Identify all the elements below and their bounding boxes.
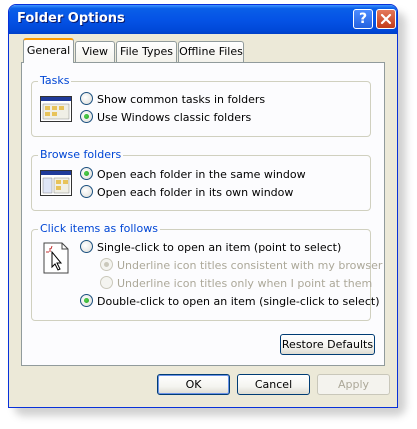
radio-label: Double-click to open an item (single-cli… (97, 295, 380, 308)
radio-underline-point: Underline icon titles only when I point … (100, 276, 372, 292)
click-legend: Click items as follows (38, 222, 160, 235)
radio-same-window[interactable]: Open each folder in the same window (80, 167, 306, 183)
general-tab-panel: Tasks Show common tasks in folders Use W… (21, 62, 385, 366)
restore-defaults-button[interactable]: Restore Defaults (280, 334, 375, 355)
radio-label: Underline icon titles consistent with my… (117, 259, 383, 272)
tasks-group: Tasks Show common tasks in folders Use W… (31, 74, 371, 137)
radio-circle[interactable] (80, 167, 93, 180)
tab-offline-files[interactable]: Offline Files (178, 41, 244, 62)
pointer-click-icon (43, 242, 69, 274)
radio-circle[interactable] (80, 110, 93, 123)
radio-double-click[interactable]: Double-click to open an item (single-cli… (80, 294, 379, 310)
radio-circle (100, 258, 113, 271)
close-button[interactable] (376, 9, 396, 29)
radio-label: Underline icon titles only when I point … (117, 277, 373, 290)
radio-circle[interactable] (80, 240, 93, 253)
folder-window-icon (40, 170, 72, 196)
title-bar[interactable]: Folder Options ? (9, 5, 397, 34)
radio-label: Single-click to open an item (point to s… (97, 241, 342, 254)
help-button[interactable]: ? (353, 9, 373, 29)
radio-label: Open each folder in the same window (97, 168, 306, 181)
radio-underline-browser: Underline icon titles consistent with my… (100, 258, 382, 274)
tab-label: File Types (120, 45, 173, 58)
radio-label: Open each folder in its own window (97, 186, 294, 199)
radio-circle[interactable] (80, 294, 93, 307)
tab-view[interactable]: View (75, 41, 115, 62)
radio-single-click[interactable]: Single-click to open an item (point to s… (80, 240, 341, 256)
tab-general[interactable]: General (23, 38, 74, 63)
radio-label: Use Windows classic folders (97, 111, 252, 124)
click-items-group: Click items as follows Single-click to o… (31, 222, 382, 321)
browse-legend: Browse folders (38, 148, 124, 161)
radio-circle[interactable] (80, 185, 93, 198)
window-title: Folder Options (17, 11, 125, 26)
radio-own-window[interactable]: Open each folder in its own window (80, 185, 293, 201)
tasks-legend: Tasks (38, 74, 72, 87)
cancel-button[interactable]: Cancel (237, 374, 310, 395)
apply-button: Apply (317, 374, 390, 395)
radio-use-classic-folders[interactable]: Use Windows classic folders (80, 110, 251, 126)
radio-circle[interactable] (80, 92, 93, 105)
folder-options-dialog: Folder Options ? General View File Types… (8, 4, 398, 408)
tab-file-types[interactable]: File Types (116, 41, 177, 62)
folder-tasks-icon (40, 96, 72, 122)
radio-circle (100, 276, 113, 289)
question-mark-icon: ? (358, 11, 368, 27)
radio-label: Show common tasks in folders (97, 93, 266, 106)
tab-label: View (81, 45, 109, 58)
tab-label: General (26, 44, 71, 57)
browse-folders-group: Browse folders Open each folder in the s… (31, 148, 371, 211)
ok-button[interactable]: OK (157, 374, 230, 395)
tab-label: Offline Files (179, 45, 243, 58)
close-icon (380, 13, 392, 25)
radio-show-common-tasks[interactable]: Show common tasks in folders (80, 92, 265, 108)
